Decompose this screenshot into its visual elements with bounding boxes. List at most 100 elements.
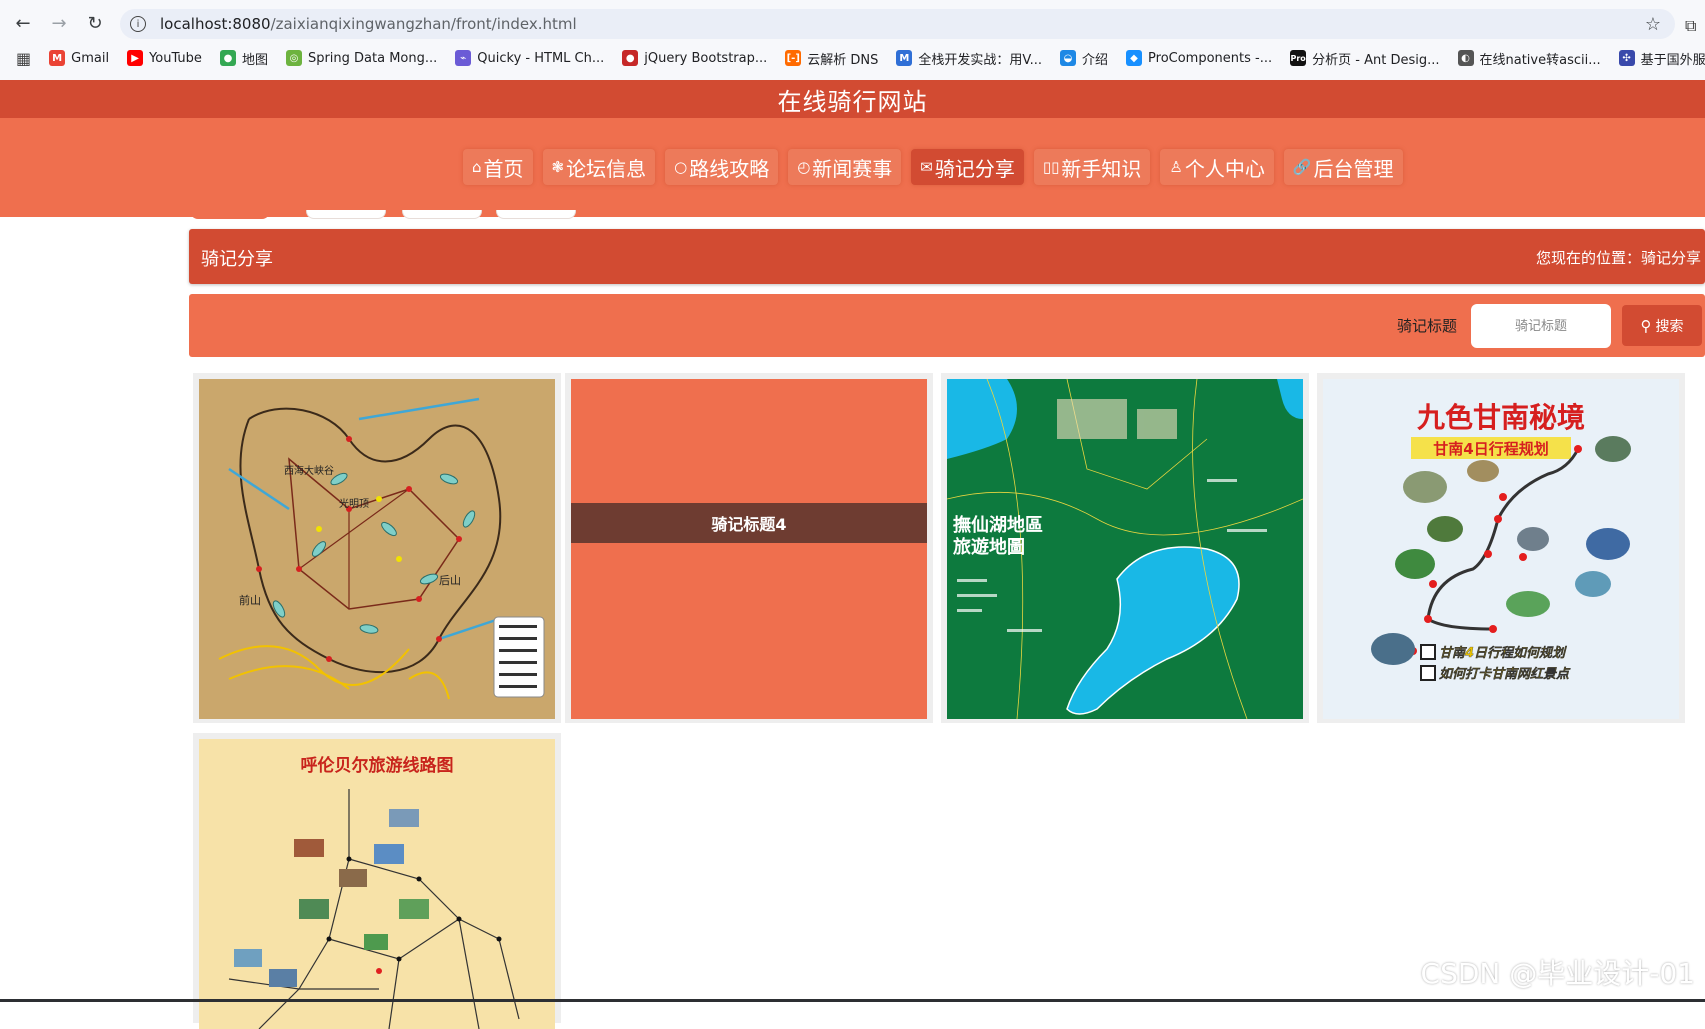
map-label: 后山 — [439, 574, 461, 587]
bookmark-item[interactable]: [-] 云解析 DNS — [785, 49, 878, 68]
card-image[interactable]: 呼伦贝尔旅游线路图 — [199, 739, 555, 1029]
breadcrumb: 您现在的位置：骑记分享 — [1536, 247, 1701, 268]
map-label: 西海大峡谷 — [284, 464, 334, 477]
nav-item[interactable]: 🔗 后台管理 — [1283, 149, 1403, 185]
site-header: 在线骑行网站 — [0, 80, 1705, 118]
bookmark-item[interactable]: M 全栈开发实战：用V... — [896, 49, 1042, 68]
reload-icon[interactable]: ↻ — [82, 10, 108, 36]
map-checklist: 甘南4日行程如何规划 — [1439, 645, 1567, 661]
jquery-icon: ● — [622, 50, 639, 66]
bookmark-item[interactable]: ◐ 在线native转ascii... — [1457, 49, 1601, 68]
breadcrumb-current[interactable]: 骑记分享 — [1641, 249, 1701, 267]
site-info-icon[interactable]: i — [130, 16, 146, 32]
quicky-icon: ⌁ — [455, 50, 472, 66]
card-image[interactable]: 西海大峡谷 光明顶 前山 后山 — [199, 379, 555, 719]
gannan-map-image: 九色甘南秘境 甘南4日行程规划 甘南4日行程如何规划 如何打卡甘南网红景点 — [1323, 379, 1679, 719]
nav-item[interactable]: ⌂ 首页 — [463, 149, 533, 185]
list-item[interactable]: 撫仙湖地區 旅遊地圖 — [941, 373, 1309, 723]
nav-item-label: 新手知识 — [1061, 156, 1142, 181]
home-icon: ⌂ — [472, 158, 482, 176]
map-title: 九色甘南秘境 — [1417, 401, 1585, 434]
bookmark-item[interactable]: ◆ ProComponents -... — [1126, 50, 1272, 66]
back-arrow-icon[interactable]: ← — [10, 10, 36, 36]
nav-item[interactable]: ◴ 新闻赛事 — [788, 149, 902, 185]
bookmark-item[interactable]: ▶ YouTube — [127, 50, 202, 66]
bookmark-label: 介绍 — [1082, 52, 1109, 68]
aliyun-icon: [-] — [785, 50, 802, 66]
map-title: 旅遊地圖 — [953, 536, 1025, 558]
nav-item[interactable]: ▯▯ 新手知识 — [1033, 149, 1151, 185]
list-item[interactable]: 九色甘南秘境 甘南4日行程规划 甘南4日行程如何规划 如何打卡甘南网红景点 — [1317, 373, 1685, 723]
bookmark-item[interactable]: ◎ Spring Data Mong... — [285, 50, 437, 66]
user-icon: ♙ — [1169, 158, 1183, 176]
mail-icon: ✉ — [920, 158, 933, 176]
route-icon: ○ — [674, 158, 688, 176]
map-checklist: 如何打卡甘南网红景点 — [1439, 666, 1571, 682]
bookmark-label: 云解析 DNS — [807, 52, 879, 68]
news-icon: ◴ — [797, 158, 811, 176]
extension-icon[interactable]: ⧉ — [1685, 16, 1705, 36]
nav-list: ⌂ 首页 ❃ 论坛信息 ○ 路线攻略 ◴ 新闻赛事 ✉ 骑记分享 ▯▯ 新手知识 ♙ 个人中心 🔗 后台管理 — [463, 149, 1413, 185]
bookmark-item[interactable]: ✣ 基于国外服务器搭... — [1618, 49, 1705, 68]
bookmark-label: 地图 — [241, 52, 268, 68]
nav-item[interactable]: ✉ 骑记分享 — [911, 149, 1024, 185]
globe-icon: ◒ — [1060, 50, 1077, 66]
nav-item-label: 后台管理 — [1313, 156, 1394, 181]
apps-grid-icon[interactable]: ▦ — [16, 49, 31, 68]
forward-arrow-icon[interactable]: → — [46, 10, 72, 36]
watermark: CSDN @毕业设计-01 — [1420, 957, 1695, 990]
bookmark-label: 基于国外服务器搭... — [1640, 52, 1705, 68]
bookmark-label: 在线native转ascii... — [1479, 52, 1601, 68]
nav-item[interactable]: ❃ 论坛信息 — [542, 149, 656, 185]
card-grid: 西海大峡谷 光明顶 前山 后山 骑记标题4 撫仙湖地區 旅遊地圖 九色甘南秘境 … — [193, 373, 1705, 1029]
nav-item[interactable]: ♙ 个人中心 — [1160, 149, 1274, 185]
search-button-label: 搜索 — [1655, 318, 1684, 335]
bookmark-label: YouTube — [149, 50, 202, 66]
card-image[interactable]: 骑记标题4 — [571, 379, 927, 719]
breadcrumb-prefix: 您现在的位置： — [1535, 249, 1641, 267]
list-item[interactable]: 骑记标题4 — [565, 373, 933, 723]
search-icon: ⚲ — [1640, 316, 1652, 335]
bookmark-label: ProComponents -... — [1148, 50, 1273, 66]
search-button[interactable]: ⚲ 搜索 — [1622, 305, 1702, 346]
bookmark-item[interactable]: ● jQuery Bootstrap... — [622, 50, 767, 66]
hulunbuir-map-image: 呼伦贝尔旅游线路图 — [199, 739, 555, 1029]
m-icon: M — [896, 50, 913, 66]
site-title: 在线骑行网站 — [777, 87, 928, 116]
nav-item-label: 个人中心 — [1184, 156, 1265, 181]
bookmark-item[interactable]: M Gmail — [49, 50, 109, 66]
nav-item-label: 首页 — [483, 156, 524, 181]
map-label: 光明顶 — [339, 497, 369, 510]
card-image[interactable]: 撫仙湖地區 旅遊地圖 — [947, 379, 1303, 719]
bookmark-item[interactable]: ⌁ Quicky - HTML Ch... — [455, 50, 604, 66]
list-item[interactable]: 西海大峡谷 光明顶 前山 后山 — [193, 373, 561, 723]
lake-map-image: 撫仙湖地區 旅遊地圖 — [947, 379, 1303, 719]
url-text[interactable]: localhost:8080/zaixianqixingwangzhan/fro… — [160, 15, 577, 33]
forum-icon: ❃ — [551, 158, 565, 176]
bookmark-label: Quicky - HTML Ch... — [477, 50, 605, 66]
bookmark-item[interactable]: Pro 分析页 - Ant Desig... — [1290, 49, 1440, 68]
map-title: 撫仙湖地區 — [953, 514, 1043, 536]
list-item[interactable]: 呼伦贝尔旅游线路图 — [193, 733, 561, 1029]
nav-item-label: 骑记分享 — [934, 156, 1015, 181]
bookmarks-bar: ▦ M Gmail ▶ YouTube ● 地图 ◎ Spring Data Mong... ⌁… — [0, 44, 1705, 72]
card-image[interactable]: 九色甘南秘境 甘南4日行程规划 甘南4日行程如何规划 如何打卡甘南网红景点 — [1323, 379, 1679, 719]
gmail-icon: M — [49, 50, 66, 66]
pro-icon: Pro — [1290, 50, 1307, 66]
nav-item-label: 路线攻略 — [689, 156, 770, 181]
address-bar[interactable]: i localhost:8080/zaixianqixingwangzhan/f… — [120, 9, 1675, 39]
card-title[interactable]: 骑记标题4 — [571, 503, 927, 543]
bookmark-item[interactable]: ◒ 介绍 — [1060, 49, 1108, 68]
nav-item-label: 新闻赛事 — [812, 156, 893, 181]
search-bar: 骑记标题 ⚲ 搜索 — [189, 294, 1705, 357]
nav-item[interactable]: ○ 路线攻略 — [665, 149, 779, 185]
address-row: ← → ↻ i localhost:8080/zaixianqixingwang… — [0, 6, 1705, 40]
ascii-icon: ◐ — [1457, 50, 1474, 66]
bookmark-star-icon[interactable]: ☆ — [1645, 14, 1661, 35]
youtube-icon: ▶ — [127, 50, 144, 66]
bookmark-item[interactable]: ● 地图 — [219, 49, 268, 68]
page-title: 骑记分享 — [201, 249, 273, 270]
book-icon: ▯▯ — [1042, 158, 1060, 176]
search-input[interactable] — [1471, 304, 1611, 348]
breadcrumb-bar: 骑记分享 您现在的位置：骑记分享 — [189, 229, 1705, 284]
